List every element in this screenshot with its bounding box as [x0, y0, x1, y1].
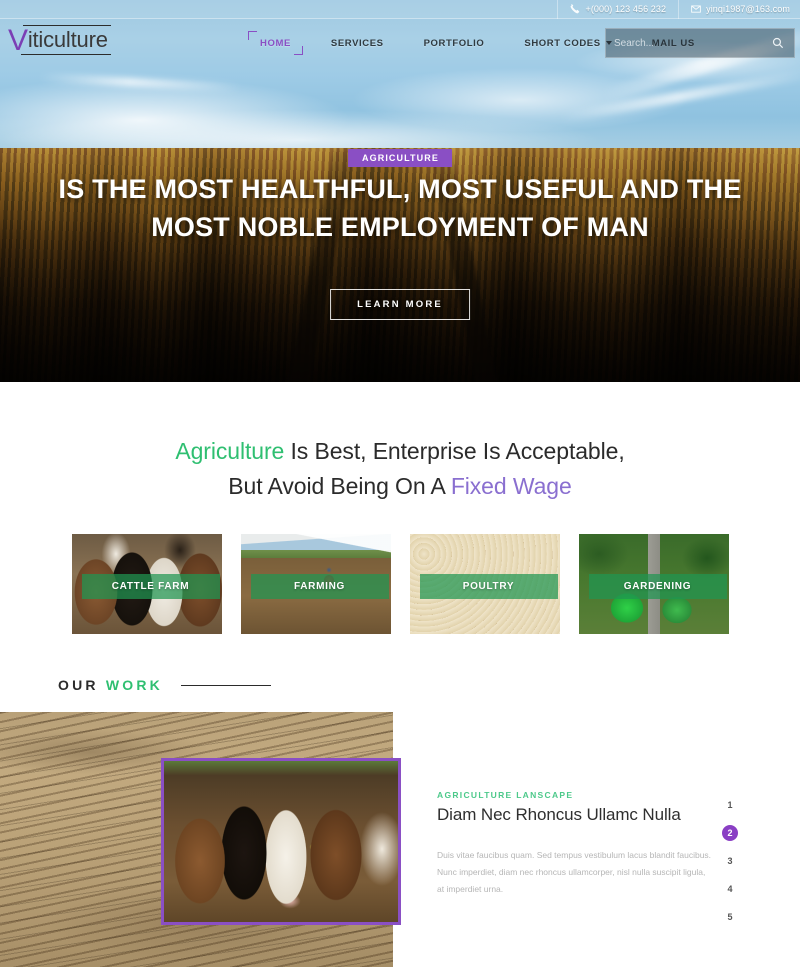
intro-accent-green: Agriculture — [175, 438, 285, 464]
logo-initial: V — [8, 24, 28, 57]
intro-section: Agriculture Is Best, Enterprise Is Accep… — [0, 382, 800, 504]
envelope-icon — [691, 4, 701, 14]
pagination-item-1[interactable]: 1 — [722, 797, 738, 813]
our-work-header: OUR WORK — [0, 634, 800, 693]
pagination-item-4[interactable]: 4 — [722, 881, 738, 897]
logo-rule-top — [23, 25, 111, 26]
category-label: CATTLE FARM — [81, 574, 220, 599]
intro-heading: Agriculture Is Best, Enterprise Is Accep… — [0, 434, 800, 504]
search-icon — [772, 37, 784, 49]
intro-line2-rest: But Avoid Being On A — [228, 473, 451, 499]
pagination-item-5[interactable]: 5 — [722, 909, 738, 925]
nav-label: SERVICES — [330, 37, 384, 49]
work-category: AGRICULTURE LANSCAPE — [437, 790, 574, 800]
search-button[interactable] — [762, 29, 794, 57]
category-label: GARDENING — [588, 574, 727, 599]
logo-rule-bottom — [21, 54, 111, 55]
work-title: Diam Nec Rhoncus Ullamc Nulla — [437, 805, 681, 824]
search-box — [605, 28, 795, 58]
category-cards: CATTLE FARM FARMING POULTRY GARDENING — [0, 504, 800, 634]
nav-item-portfolio[interactable]: PORTFOLIO — [404, 19, 505, 67]
nav-label: SHORT CODES — [524, 37, 601, 49]
email-contact[interactable]: yinqi1987@163.com — [678, 0, 800, 19]
phone-icon — [570, 4, 580, 14]
section-title-green: WORK — [105, 677, 163, 693]
work-featured-photo[interactable] — [161, 758, 401, 925]
nav-item-home[interactable]: HOME — [240, 19, 311, 67]
wheat-field-background — [0, 148, 800, 382]
logo-text: Viticulture — [8, 24, 113, 57]
category-card-cattle-farm[interactable]: CATTLE FARM — [71, 534, 222, 634]
email-address: yinqi1987@163.com — [706, 4, 790, 14]
logo-rest: iticulture — [27, 27, 108, 52]
category-label: POULTRY — [419, 574, 558, 599]
search-input[interactable] — [606, 29, 762, 57]
category-label: FARMING — [250, 574, 389, 599]
top-info-bar: +(000) 123 456 232 yinqi1987@163.com — [0, 0, 800, 19]
work-description: Duis vitae faucibus quam. Sed tempus ves… — [437, 850, 712, 894]
hero-section: +(000) 123 456 232 yinqi1987@163.com Vit… — [0, 0, 800, 382]
learn-more-button[interactable]: LEARN MORE — [330, 289, 470, 320]
category-card-poultry[interactable]: POULTRY — [409, 534, 560, 634]
section-title-dark: OUR — [58, 677, 106, 693]
work-showcase: AGRICULTURE LANSCAPE Diam Nec Rhoncus Ul… — [0, 712, 800, 967]
pagination-item-2[interactable]: 2 — [722, 825, 738, 841]
cloud-streak — [39, 72, 241, 93]
work-pagination: 1 2 3 4 5 — [722, 797, 738, 925]
phone-contact[interactable]: +(000) 123 456 232 — [557, 0, 678, 19]
nav-label: PORTFOLIO — [423, 37, 485, 49]
nav-item-services[interactable]: SERVICES — [311, 19, 404, 67]
work-details: AGRICULTURE LANSCAPE Diam Nec Rhoncus Ul… — [437, 790, 712, 898]
main-navbar: Viticulture HOME SERVICES PORTFOLIO SHOR… — [0, 19, 800, 67]
category-card-gardening[interactable]: GARDENING — [578, 534, 729, 634]
category-card-farming[interactable]: FARMING — [240, 534, 391, 634]
intro-line1-rest: Is Best, Enterprise Is Acceptable, — [284, 438, 625, 464]
section-title: OUR WORK — [58, 677, 163, 693]
site-logo[interactable]: Viticulture — [8, 24, 113, 57]
pagination-item-3[interactable]: 3 — [722, 853, 738, 869]
intro-accent-purple: Fixed Wage — [450, 473, 572, 499]
nav-label: HOME — [260, 37, 291, 49]
phone-number: +(000) 123 456 232 — [585, 4, 667, 14]
section-divider — [180, 684, 271, 686]
